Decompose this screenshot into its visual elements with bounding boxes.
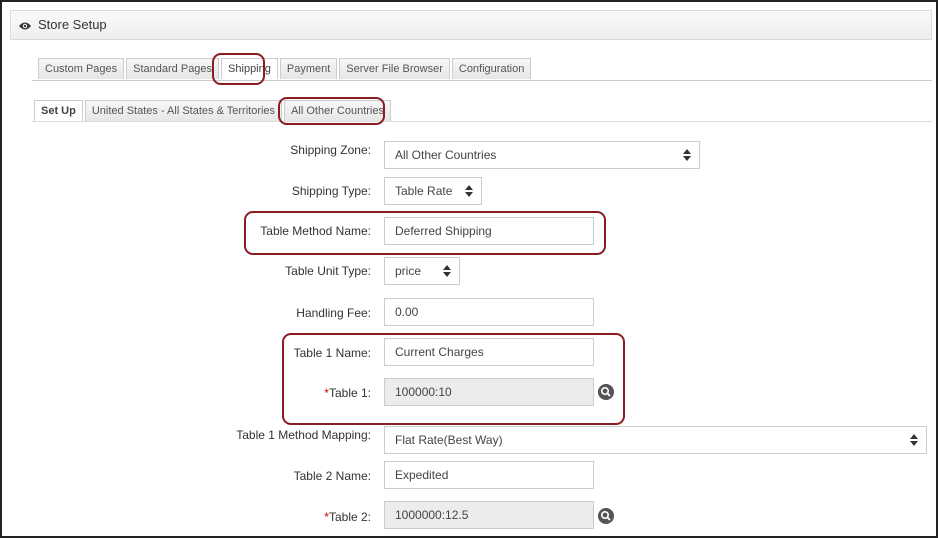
table2-field[interactable]: 1000000:12.5 <box>384 501 594 529</box>
shipping-zone-label: Shipping Zone: <box>290 143 371 157</box>
shipping-type-label: Shipping Type: <box>291 184 371 198</box>
handling-fee-label: Handling Fee: <box>296 306 371 320</box>
handling-fee-input[interactable] <box>384 298 594 326</box>
outer-tab-bar: Custom Pages Standard Pages Shipping Pay… <box>38 58 533 80</box>
app-frame: Store Setup Custom Pages Standard Pages … <box>0 0 938 538</box>
tab-united-states[interactable]: United States - All States & Territories <box>84 100 283 121</box>
tab-server-file-browser[interactable]: Server File Browser <box>339 58 450 79</box>
shipping-zone-select[interactable]: All Other Countries <box>384 141 700 169</box>
table1-field[interactable]: 100000:10 <box>384 378 594 406</box>
table1-method-mapping-value: Flat Rate(Best Way) <box>395 433 503 447</box>
table1-method-mapping-select[interactable]: Flat Rate(Best Way) <box>384 426 927 454</box>
updown-arrows-icon <box>683 149 691 161</box>
shipping-type-value: Table Rate <box>395 184 453 198</box>
table1-name-input[interactable] <box>384 338 594 366</box>
table2-label: *Table 2: <box>324 510 371 524</box>
table2-name-label: Table 2 Name: <box>293 469 371 483</box>
table2-name-input[interactable] <box>384 461 594 489</box>
inner-tab-bar: Set Up United States - All States & Terr… <box>34 100 393 122</box>
updown-arrows-icon <box>443 265 451 277</box>
table1-method-mapping-label: Table 1 Method Mapping: <box>236 428 371 442</box>
inner-tab-divider <box>32 121 932 122</box>
table1-name-label: Table 1 Name: <box>293 346 371 360</box>
table-method-name-input[interactable] <box>384 217 594 245</box>
search-icon[interactable] <box>598 384 614 400</box>
table-unit-type-value: price <box>395 264 422 278</box>
tab-configuration[interactable]: Configuration <box>451 58 532 79</box>
table2-label-text: Table 2: <box>328 510 371 524</box>
tab-set-up[interactable]: Set Up <box>34 100 83 121</box>
table1-label: *Table 1: <box>324 386 371 400</box>
shipping-type-select[interactable]: Table Rate <box>384 177 482 205</box>
tab-all-other-countries[interactable]: All Other Countries <box>284 100 391 121</box>
updown-arrows-icon <box>910 434 918 446</box>
table-method-name-label: Table Method Name: <box>260 224 371 238</box>
search-icon[interactable] <box>598 508 614 524</box>
tab-payment[interactable]: Payment <box>279 58 338 79</box>
panel-header: Store Setup <box>10 10 932 40</box>
panel-title: Store Setup <box>38 17 107 32</box>
table1-label-text: Table 1: <box>328 386 371 400</box>
updown-arrows-icon <box>465 185 473 197</box>
shipping-zone-value: All Other Countries <box>395 148 497 162</box>
table-unit-type-select[interactable]: price <box>384 257 460 285</box>
tab-standard-pages[interactable]: Standard Pages <box>126 58 220 79</box>
tab-shipping[interactable]: Shipping <box>221 58 278 79</box>
tab-custom-pages[interactable]: Custom Pages <box>38 58 125 79</box>
table-unit-type-label: Table Unit Type: <box>285 264 371 278</box>
outer-tab-divider <box>32 80 932 81</box>
eye-icon <box>19 22 31 30</box>
